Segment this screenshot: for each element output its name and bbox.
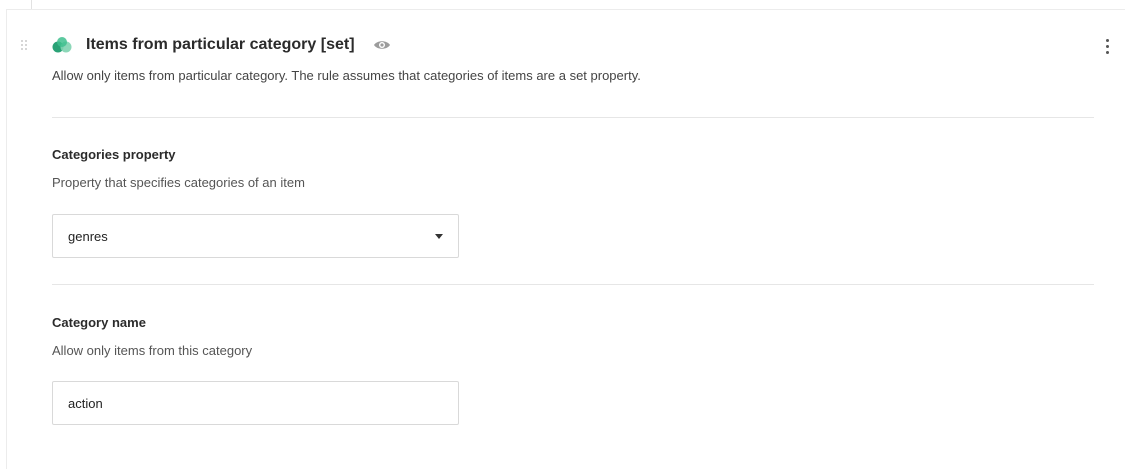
top-connector-line (31, 0, 32, 9)
caret-down-icon (435, 234, 443, 239)
categories-property-help: Property that specifies categories of an… (52, 175, 305, 190)
category-name-label: Category name (52, 315, 146, 330)
category-name-value: action (68, 396, 103, 411)
rule-description: Allow only items from particular categor… (52, 68, 641, 83)
rule-type-icon (52, 37, 72, 53)
categories-property-label: Categories property (52, 147, 176, 162)
category-name-help: Allow only items from this category (52, 343, 253, 358)
rule-title: Items from particular category [set] (86, 36, 355, 53)
category-name-input[interactable]: action (52, 381, 459, 425)
eye-icon[interactable] (373, 39, 391, 51)
section-divider (52, 117, 1094, 118)
more-vertical-icon[interactable] (1100, 36, 1116, 56)
section-divider (52, 284, 1094, 285)
categories-property-value: genres (68, 229, 108, 244)
categories-property-select[interactable]: genres (52, 214, 459, 258)
drag-handle-icon[interactable] (21, 40, 27, 52)
